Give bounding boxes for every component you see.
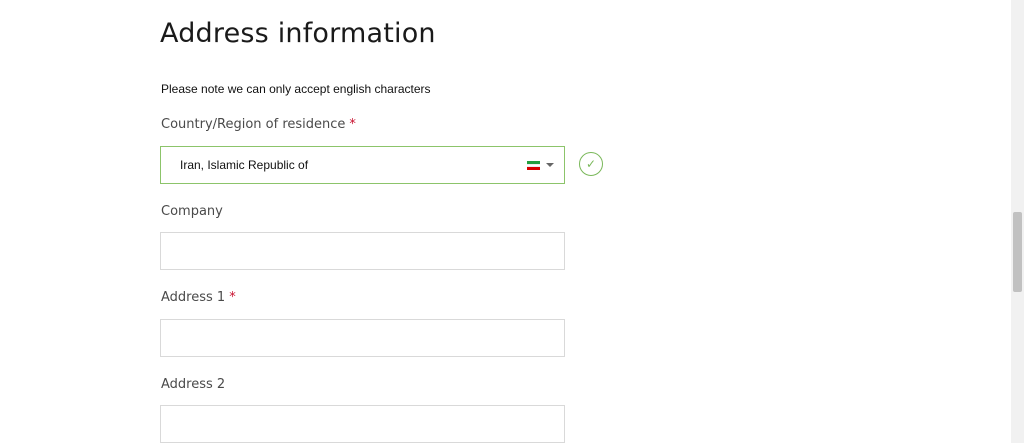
- address1-input[interactable]: [160, 319, 565, 357]
- country-label: Country/Region of residence *: [161, 117, 356, 132]
- check-circle-icon: ✓: [579, 152, 603, 176]
- country-select-value: Iran, Islamic Republic of: [180, 158, 309, 172]
- address-form-page: Address information Please note we can o…: [0, 0, 1024, 443]
- address1-label-text: Address 1: [161, 290, 226, 305]
- address2-label: Address 2: [161, 377, 226, 392]
- country-select[interactable]: Iran, Islamic Republic of: [160, 146, 565, 184]
- required-mark: *: [349, 117, 356, 132]
- address2-input[interactable]: [160, 405, 565, 443]
- address1-label: Address 1 *: [161, 290, 236, 305]
- company-input[interactable]: [160, 232, 565, 270]
- scrollbar-thumb[interactable]: [1013, 212, 1022, 292]
- english-only-note: Please note we can only accept english c…: [161, 82, 431, 96]
- country-label-text: Country/Region of residence: [161, 117, 346, 132]
- iran-flag-icon: [527, 161, 540, 170]
- page-title: Address information: [160, 18, 436, 49]
- page-scrollbar[interactable]: [1011, 0, 1024, 443]
- required-mark: *: [229, 290, 236, 305]
- chevron-down-icon[interactable]: [546, 163, 554, 167]
- company-label: Company: [161, 204, 223, 219]
